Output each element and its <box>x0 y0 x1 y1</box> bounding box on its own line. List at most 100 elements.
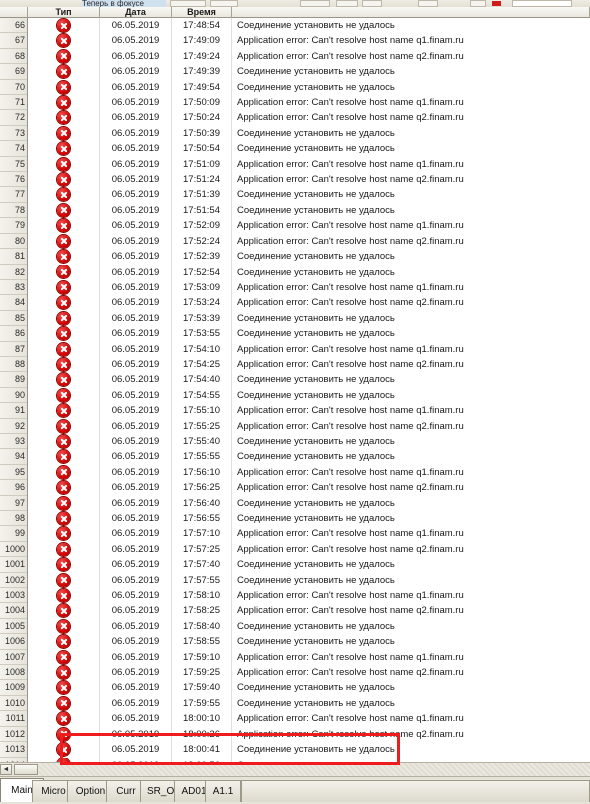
table-row[interactable]: 06.05.2019 17:51:09 Application error: Can… <box>28 156 590 173</box>
cell-message[interactable]: Соединение установить не удалось <box>232 326 590 341</box>
cell-date[interactable]: 06.05.2019 <box>100 387 172 404</box>
cell-message[interactable]: Application error: Can't resolve host na… <box>232 342 590 357</box>
cell-message[interactable]: Application error: Can't resolve host na… <box>232 280 590 295</box>
cell-date[interactable]: 06.05.2019 <box>100 711 172 727</box>
cell-time[interactable]: 17:52:24 <box>172 233 232 250</box>
cell-date[interactable]: 06.05.2019 <box>100 279 172 296</box>
cell-message[interactable]: Application error: Can't resolve host na… <box>232 465 590 480</box>
cell-date[interactable]: 06.05.2019 <box>100 187 172 203</box>
table-row[interactable]: 06.05.2019 17:53:39 Соединение установить … <box>28 310 590 327</box>
table-row[interactable]: 06.05.2019 17:49:24 Application error: Can… <box>28 48 590 65</box>
sheet-tab-a1-1[interactable]: A1.1 <box>205 780 241 802</box>
cell-message[interactable]: Application error: Can't resolve host na… <box>232 711 590 726</box>
cell-message[interactable]: Application error: Can't resolve host na… <box>232 588 590 603</box>
cell-date[interactable]: 06.05.2019 <box>100 665 172 681</box>
cell-time[interactable]: 17:59:10 <box>172 649 232 666</box>
cell-message[interactable]: Application error: Can't resolve host na… <box>232 157 590 172</box>
cell-message[interactable]: Соединение установить не удалось <box>232 619 590 634</box>
cell-time[interactable]: 17:52:54 <box>172 264 232 280</box>
cell-time[interactable]: 17:53:55 <box>172 326 232 342</box>
cell-time[interactable]: 17:57:10 <box>172 526 232 542</box>
row-number-cell[interactable]: 98 <box>0 511 27 527</box>
cell-date[interactable]: 06.05.2019 <box>100 249 172 265</box>
cell-message[interactable]: Application error: Can't resolve host na… <box>232 295 590 310</box>
row-number-cell[interactable]: 1003 <box>0 588 27 604</box>
table-row[interactable]: 06.05.2019 17:53:24 Application error: Can… <box>28 295 590 311</box>
cell-date[interactable]: 06.05.2019 <box>100 356 172 373</box>
row-number-cell[interactable]: 66 <box>0 18 27 34</box>
cell-time[interactable]: 17:55:10 <box>172 403 232 419</box>
cell-date[interactable]: 06.05.2019 <box>100 326 172 342</box>
cell-date[interactable]: 06.05.2019 <box>100 264 172 280</box>
table-row[interactable]: 06.05.2019 17:54:10 Application error: Can… <box>28 341 590 357</box>
table-row[interactable]: 06.05.2019 17:54:40 Соединение установить … <box>28 372 590 388</box>
table-row[interactable]: 06.05.2019 17:57:55 Соединение установить … <box>28 572 590 589</box>
table-row[interactable]: 06.05.2019 17:54:25 Application error: Can… <box>28 356 590 373</box>
row-number-cell[interactable]: 1005 <box>0 619 27 635</box>
row-number-cell[interactable]: 91 <box>0 403 27 419</box>
table-row[interactable]: 06.05.2019 17:55:40 Соединение установить … <box>28 433 590 450</box>
toolbar-fragment-6[interactable] <box>418 0 438 7</box>
cell-date[interactable]: 06.05.2019 <box>100 33 172 49</box>
cell-time[interactable]: 17:55:55 <box>172 449 232 465</box>
cell-time[interactable]: 17:58:25 <box>172 603 232 619</box>
cell-time[interactable]: 17:58:10 <box>172 588 232 604</box>
cell-date[interactable]: 06.05.2019 <box>100 418 172 434</box>
cell-message[interactable]: Соединение установить не удалось <box>232 496 590 511</box>
table-row[interactable]: 06.05.2019 17:50:39 Соединение установить … <box>28 125 590 142</box>
cell-message[interactable]: Соединение установить не удалось <box>232 434 590 449</box>
row-number-cell[interactable]: 75 <box>0 157 27 173</box>
row-number-cell[interactable]: 69 <box>0 64 27 80</box>
cell-message[interactable]: Соединение установить не удалось <box>232 680 590 695</box>
table-row[interactable]: 06.05.2019 18:00:26 Application error: Can… <box>28 726 590 743</box>
table-row[interactable]: 06.05.2019 17:50:54 Соединение установить … <box>28 141 590 157</box>
cell-time[interactable]: 18:00:41 <box>172 742 232 758</box>
cell-date[interactable]: 06.05.2019 <box>100 64 172 80</box>
cell-time[interactable]: 17:54:25 <box>172 356 232 373</box>
row-number-cell[interactable]: 1009 <box>0 680 27 696</box>
row-number-cell[interactable]: 92 <box>0 419 27 434</box>
row-number-cell[interactable]: 74 <box>0 141 27 157</box>
table-row[interactable]: 06.05.2019 17:49:09 Application error: Can… <box>28 33 590 49</box>
cell-time[interactable]: 18:00:10 <box>172 711 232 727</box>
cell-time[interactable]: 17:54:55 <box>172 387 232 404</box>
cell-date[interactable]: 06.05.2019 <box>100 403 172 419</box>
cell-message[interactable]: Application error: Can't resolve host na… <box>232 110 590 125</box>
row-number-cell[interactable]: 86 <box>0 326 27 342</box>
table-row[interactable]: 06.05.2019 17:51:39 Соединение установить … <box>28 187 590 203</box>
column-header-date[interactable]: Дата <box>100 7 172 18</box>
table-row[interactable]: 06.05.2019 17:53:55 Соединение установить … <box>28 326 590 342</box>
cell-message[interactable]: Соединение установить не удалось <box>232 557 590 572</box>
table-row[interactable]: 06.05.2019 17:54:55 Соединение установить … <box>28 387 590 404</box>
cell-message[interactable]: Соединение установить не удалось <box>232 18 590 33</box>
cell-date[interactable]: 06.05.2019 <box>100 495 172 511</box>
table-row[interactable]: 06.05.2019 17:59:25 Application error: Can… <box>28 665 590 681</box>
table-row[interactable]: 06.05.2019 17:49:39 Соединение установить … <box>28 64 590 80</box>
cell-time[interactable]: 17:56:40 <box>172 495 232 511</box>
row-number-cell[interactable]: 95 <box>0 465 27 481</box>
cell-date[interactable]: 06.05.2019 <box>100 95 172 111</box>
row-number-cell[interactable]: 81 <box>0 249 27 265</box>
cell-message[interactable]: Application error: Can't resolve host na… <box>232 727 590 742</box>
row-number-cell[interactable]: 89 <box>0 372 27 388</box>
cell-time[interactable]: 17:50:09 <box>172 95 232 111</box>
cell-date[interactable]: 06.05.2019 <box>100 156 172 173</box>
table-row[interactable]: 06.05.2019 17:48:54 Соединение установить … <box>28 18 590 34</box>
cell-message[interactable]: Соединение установить не удалось <box>232 573 590 588</box>
cell-time[interactable]: 17:54:10 <box>172 341 232 357</box>
cell-message[interactable]: Application error: Can't resolve host na… <box>232 234 590 249</box>
table-row[interactable]: 06.05.2019 17:58:55 Соединение установить … <box>28 634 590 650</box>
table-row[interactable]: 06.05.2019 17:52:24 Application error: Can… <box>28 233 590 250</box>
row-number-cell[interactable]: 84 <box>0 295 27 311</box>
cell-message[interactable]: Соединение установить не удалось <box>232 187 590 202</box>
row-number-cell[interactable]: 87 <box>0 342 27 357</box>
table-row[interactable]: 06.05.2019 18:00:10 Application error: Can… <box>28 711 590 727</box>
table-row[interactable]: 06.05.2019 17:55:55 Соединение установить … <box>28 449 590 465</box>
select-all-corner[interactable] <box>0 7 28 18</box>
cell-date[interactable]: 06.05.2019 <box>100 449 172 465</box>
row-number-cell[interactable]: 67 <box>0 33 27 49</box>
cell-time[interactable]: 17:49:54 <box>172 79 232 96</box>
toolbar-fragment-5[interactable] <box>362 0 382 7</box>
row-number-cell[interactable]: 96 <box>0 480 27 496</box>
toolbar-input-field[interactable] <box>512 0 572 7</box>
